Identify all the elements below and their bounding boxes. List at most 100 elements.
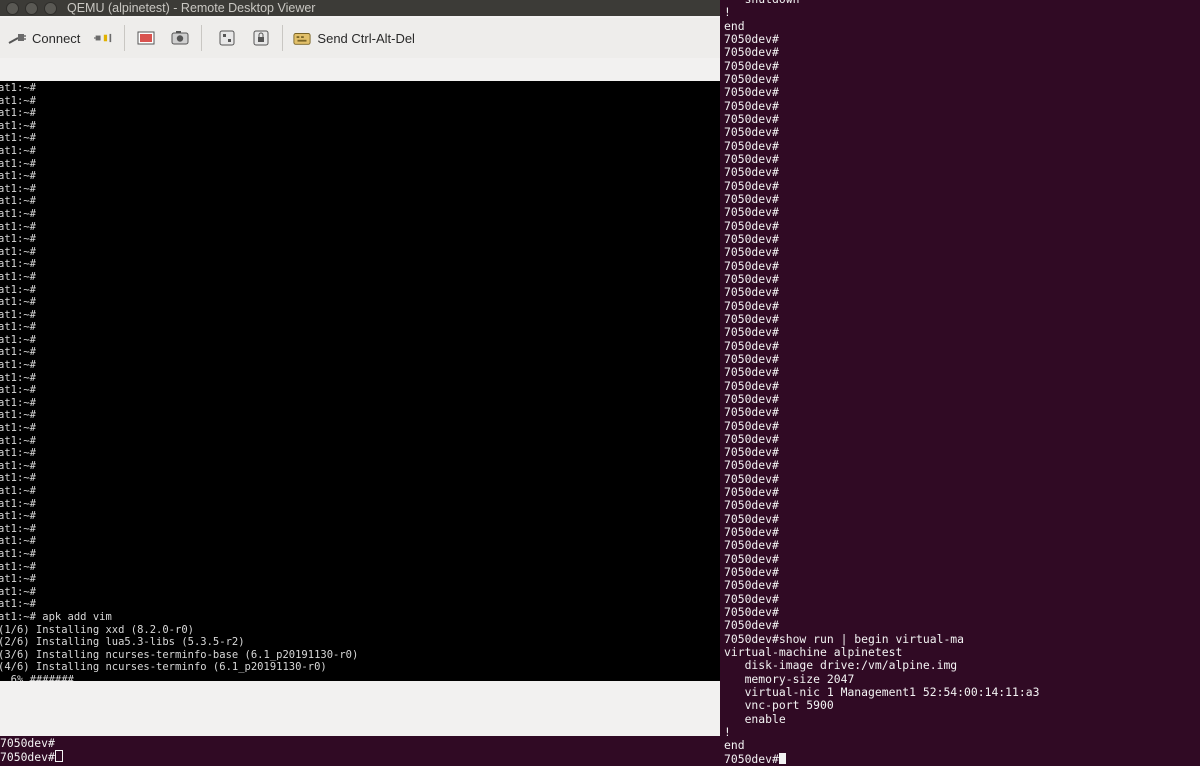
terminal-cursor — [778, 752, 786, 764]
console-line: 6% ####### — [0, 673, 74, 681]
terminal-line: 7050dev# — [0, 736, 55, 750]
terminal-line: 7050dev# — [724, 471, 779, 486]
close-window-button[interactable] — [6, 1, 19, 15]
terminal-line: 7050dev# — [724, 71, 779, 86]
host-terminal-left[interactable]: 7050dev# 7050dev# — [0, 736, 720, 766]
terminal-line: 7050dev# — [724, 458, 779, 473]
console-line: at1:~# — [0, 585, 36, 598]
console-line: at1:~# — [0, 195, 36, 208]
console-line: at1:~# — [0, 94, 36, 107]
terminal-line: end — [724, 18, 745, 33]
console-line: at1:~# — [0, 82, 36, 94]
send-keys-icon — [293, 29, 311, 47]
console-line: at1:~# — [0, 497, 36, 510]
terminal-line: 7050dev# — [724, 378, 779, 393]
send-ctrl-alt-del-button[interactable]: Send Ctrl-Alt-Del — [293, 24, 415, 52]
screenshot-icon — [171, 29, 189, 47]
console-line: (2/6) Installing lua5.3-libs (5.3.5-r2) — [0, 636, 245, 649]
console-line: at1:~# — [0, 144, 36, 157]
console-line: at1:~# — [0, 422, 36, 435]
send-ctrl-alt-del-label: Send Ctrl-Alt-Del — [317, 30, 415, 46]
terminal-line: 7050dev# — [724, 298, 779, 313]
terminal-line: memory-size 2047 — [724, 671, 855, 686]
guest-console-text: at1:~# at1:~# at1:~# at1:~# at1:~# at1:~# at1:… — [0, 82, 358, 681]
terminal-line: 7050dev# — [724, 445, 779, 460]
maximize-window-button[interactable] — [44, 1, 57, 15]
terminal-line: 7050dev# — [724, 525, 779, 540]
fullscreen-button[interactable] — [137, 24, 155, 52]
terminal-output: shutdown!end7050dev#7050dev#7050dev#7050… — [724, 0, 1039, 766]
console-line: at1:~# — [0, 296, 36, 309]
terminal-line: enable — [724, 711, 786, 726]
guest-console-display[interactable]: at1:~# at1:~# at1:~# at1:~# at1:~# at1:~# at1:… — [0, 81, 720, 681]
console-line: at1:~# — [0, 547, 36, 560]
terminal-line: 7050dev# — [724, 138, 779, 153]
terminal-line: 7050dev# — [724, 538, 779, 553]
window-title: QEMU (alpinetest) - Remote Desktop Viewe… — [67, 1, 316, 15]
console-line: at1:~# — [0, 308, 36, 321]
terminal-line: 7050dev# — [724, 431, 779, 446]
host-terminal-right[interactable]: shutdown!end7050dev#7050dev#7050dev#7050… — [720, 0, 1200, 766]
terminal-line: 7050dev# — [724, 405, 779, 420]
console-line: at1:~# apk add vim — [0, 610, 112, 623]
terminal-line: 7050dev# — [724, 365, 779, 380]
console-line: at1:~# — [0, 560, 36, 573]
terminal-line: 7050dev# — [724, 245, 779, 260]
connect-button[interactable]: Connect — [8, 24, 80, 52]
terminal-line: 7050dev# — [724, 98, 779, 113]
terminal-line: 7050dev# — [724, 31, 779, 46]
terminal-line: vnc-port 5900 — [724, 698, 834, 713]
console-line: at1:~# — [0, 459, 36, 472]
terminal-line: 7050dev# — [724, 391, 779, 406]
terminal-line: 7050dev# — [724, 752, 1039, 766]
terminal-line: 7050dev# — [724, 45, 779, 60]
terminal-line: 7050dev# — [724, 551, 779, 566]
console-line: at1:~# — [0, 522, 36, 535]
connect-label: Connect — [32, 30, 81, 46]
window-titlebar[interactable]: QEMU (alpinetest) - Remote Desktop Viewe… — [0, 0, 720, 16]
viewer-bottom-area — [0, 681, 720, 736]
console-line: at1:~# — [0, 447, 36, 460]
disconnect-icon — [94, 29, 112, 47]
console-line: at1:~# — [0, 119, 36, 132]
console-line: at1:~# — [0, 233, 36, 246]
console-line: at1:~# — [0, 359, 36, 372]
terminal-line: 7050dev# — [724, 125, 779, 140]
terminal-line: 7050dev# — [724, 418, 779, 433]
terminal-line: 7050dev# — [0, 750, 63, 764]
terminal-line: end — [724, 738, 745, 753]
terminal-output: 7050dev# 7050dev# — [0, 736, 63, 765]
terminal-line: 7050dev# — [724, 191, 779, 206]
console-line: at1:~# — [0, 384, 36, 397]
console-line: (3/6) Installing ncurses-terminfo-base (… — [0, 648, 359, 661]
console-line: at1:~# — [0, 132, 36, 145]
terminal-line: 7050dev# — [724, 85, 779, 100]
console-line: at1:~# — [0, 409, 36, 422]
console-line: at1:~# — [0, 396, 36, 409]
scaling-button[interactable] — [218, 24, 236, 52]
terminal-line: 7050dev# — [724, 591, 779, 606]
keyboard-grab-button[interactable] — [252, 24, 270, 52]
terminal-line: 7050dev# — [724, 258, 779, 273]
terminal-line: 7050dev# — [724, 565, 779, 580]
console-line: at1:~# — [0, 510, 36, 523]
console-line: at1:~# — [0, 535, 36, 548]
terminal-line: 7050dev# — [724, 511, 779, 526]
scaling-icon — [218, 29, 236, 47]
console-line: at1:~# — [0, 472, 36, 485]
terminal-line: 7050dev# — [724, 485, 779, 500]
fullscreen-icon — [137, 29, 155, 47]
minimize-window-button[interactable] — [25, 1, 38, 15]
console-line: at1:~# — [0, 283, 36, 296]
terminal-line: virtual-machine alpinetest — [724, 645, 903, 660]
console-line: at1:~# — [0, 434, 36, 447]
terminal-line: 7050dev# — [724, 111, 779, 126]
terminal-line: 7050dev# — [724, 58, 779, 73]
console-line: at1:~# — [0, 157, 36, 170]
terminal-line: ! — [724, 725, 731, 740]
terminal-line: 7050dev# — [724, 178, 779, 193]
console-line: at1:~# — [0, 346, 36, 359]
console-line: (1/6) Installing xxd (8.2.0-r0) — [0, 623, 194, 636]
screenshot-button[interactable] — [171, 24, 189, 52]
disconnect-button[interactable] — [94, 24, 112, 52]
